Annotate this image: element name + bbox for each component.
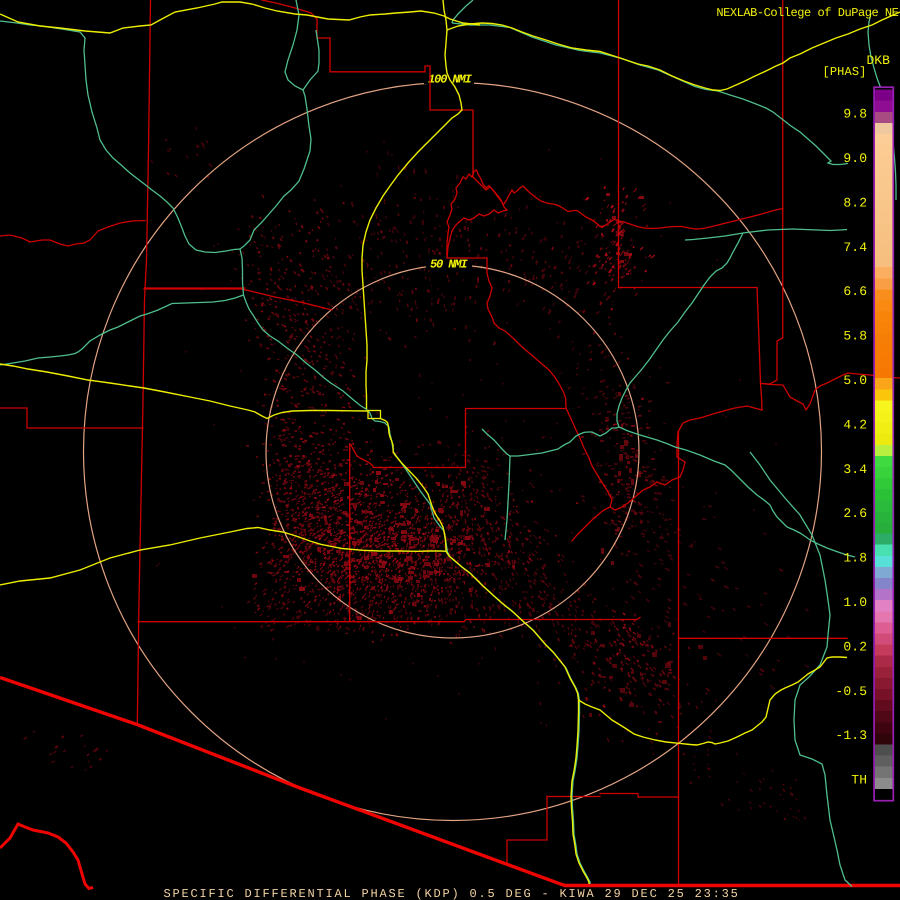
svg-text:2.6: 2.6 xyxy=(843,506,867,521)
svg-text:6.6: 6.6 xyxy=(843,284,867,299)
svg-text:-0.5: -0.5 xyxy=(835,684,867,699)
svg-text:5.0: 5.0 xyxy=(843,373,867,388)
svg-text:DKB: DKB xyxy=(867,53,891,68)
svg-text:50 NMI: 50 NMI xyxy=(430,258,469,272)
svg-text:8.2: 8.2 xyxy=(843,195,867,210)
svg-text:-1.3: -1.3 xyxy=(835,728,867,743)
svg-text:9.0: 9.0 xyxy=(843,151,867,166)
svg-text:TH: TH xyxy=(851,773,867,788)
svg-text:NEXLAB-College of DuPage NE: NEXLAB-College of DuPage NE xyxy=(716,6,898,20)
svg-text:1.8: 1.8 xyxy=(843,551,867,566)
svg-text:SPECIFIC DIFFERENTIAL PHASE (K: SPECIFIC DIFFERENTIAL PHASE (KDP) 0.5 DE… xyxy=(164,887,740,900)
svg-text:3.4: 3.4 xyxy=(843,462,867,477)
svg-text:0.2: 0.2 xyxy=(843,639,867,654)
svg-text:[PHAS]: [PHAS] xyxy=(823,65,867,79)
svg-text:5.8: 5.8 xyxy=(843,329,867,344)
svg-text:4.2: 4.2 xyxy=(843,417,867,432)
svg-text:9.8: 9.8 xyxy=(843,107,867,122)
svg-text:7.4: 7.4 xyxy=(843,240,867,255)
svg-text:1.0: 1.0 xyxy=(843,595,867,610)
